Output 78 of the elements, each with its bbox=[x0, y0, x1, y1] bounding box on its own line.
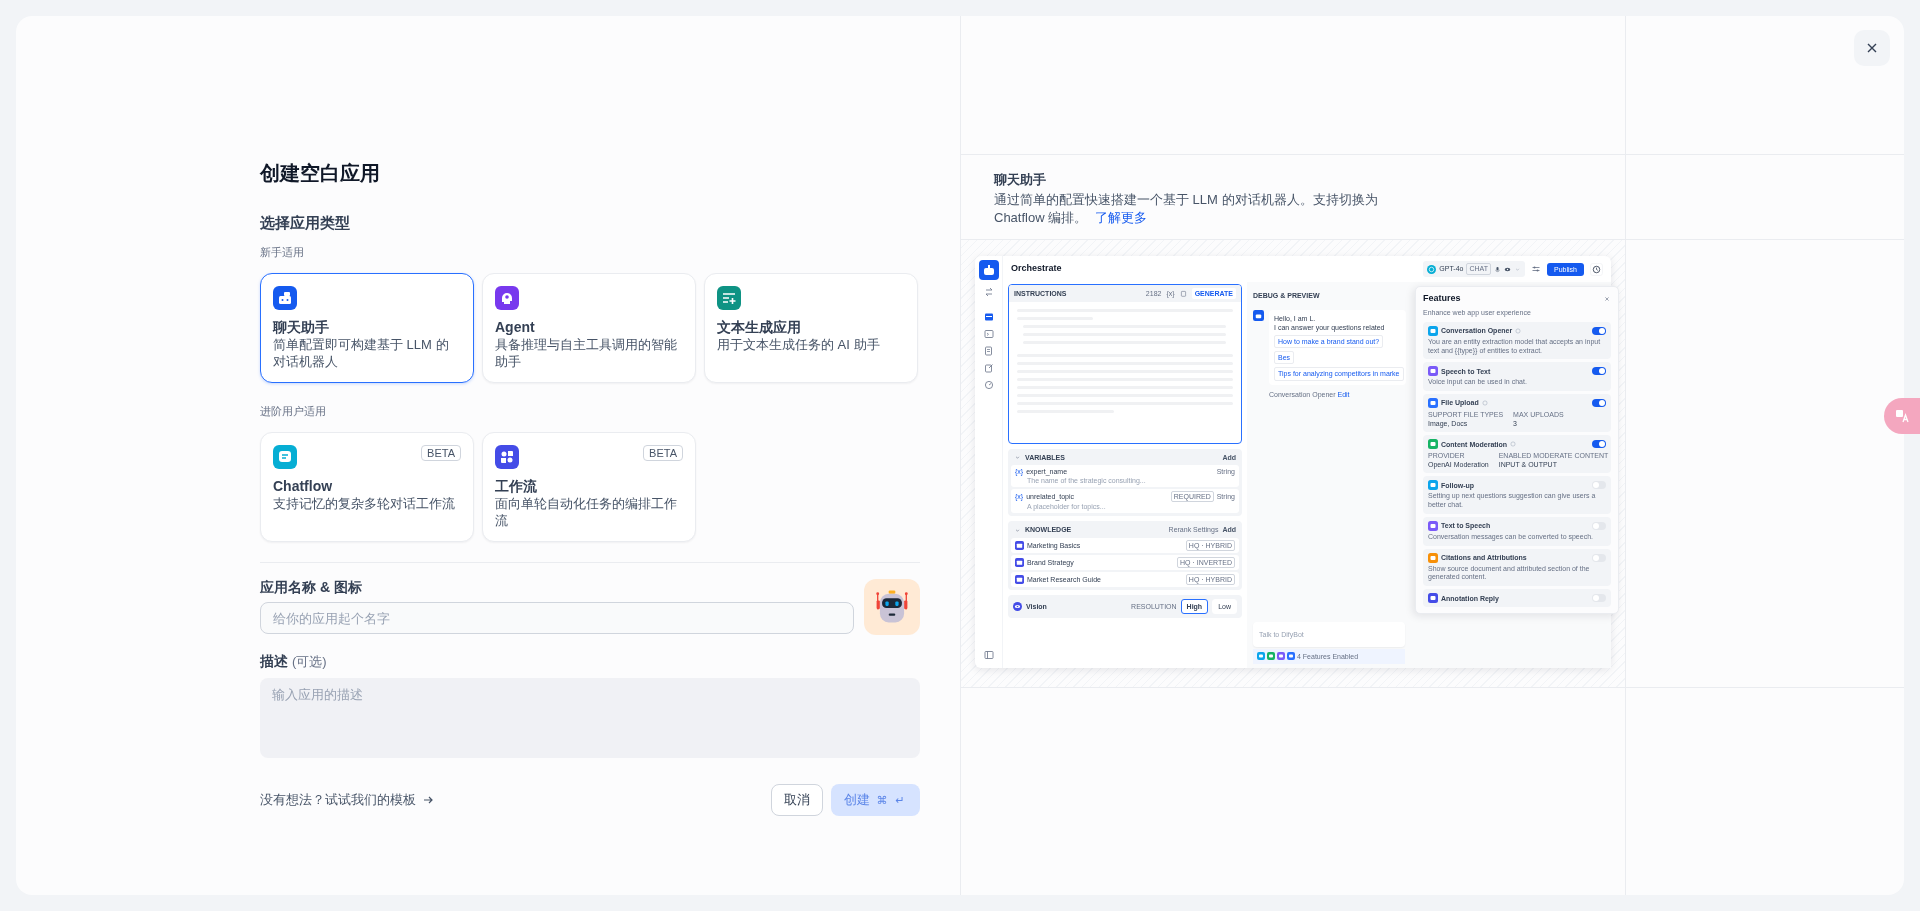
folder-icon bbox=[1015, 557, 1024, 567]
feature-icon bbox=[1287, 652, 1295, 661]
app-type-name: 文本生成应用 bbox=[717, 318, 802, 336]
preview-description: 通过简单的配置快速搭建一个基于 LLM 的对话机器人。支持切换为 Chatflow 编排。 了解更多 bbox=[994, 191, 1379, 227]
translate-button[interactable] bbox=[1884, 398, 1920, 434]
sidebar-toggle-icon[interactable] bbox=[983, 650, 994, 660]
toggle-switch[interactable] bbox=[1592, 326, 1606, 335]
app-type-description: 简单配置即可构建基于 LLM 的对话机器人 bbox=[273, 336, 450, 370]
app-type-description: 具备推理与自主工具调用的智能助手 bbox=[495, 336, 678, 370]
beta-badge: BETA bbox=[643, 445, 683, 461]
app-type-description: 面向单轮自动化任务的编排工作流 bbox=[495, 495, 678, 529]
learn-more-link[interactable]: 了解更多 bbox=[1094, 210, 1147, 225]
chevron-down-icon bbox=[1514, 265, 1522, 273]
app-type-description: 支持记忆的复杂多轮对话工作流 bbox=[273, 495, 456, 512]
app-type-name: Chatflow bbox=[273, 477, 334, 495]
dialog-title: 创建空白应用 bbox=[260, 161, 381, 186]
toggle-switch[interactable] bbox=[1592, 521, 1606, 530]
nodes-icon bbox=[495, 445, 519, 469]
bot-avatar-icon bbox=[1253, 310, 1264, 322]
toggle-switch[interactable] bbox=[1592, 367, 1606, 376]
toggle-switch[interactable] bbox=[1592, 399, 1606, 408]
robot-logo-icon bbox=[978, 260, 999, 280]
section-title: 选择应用类型 bbox=[260, 213, 351, 233]
folder-icon bbox=[1015, 540, 1024, 550]
toggle-switch[interactable] bbox=[1592, 481, 1606, 490]
app-type-card[interactable]: BETA 工作流 面向单轮自动化任务的编排工作流 bbox=[482, 432, 696, 542]
optional-hint: (可选) bbox=[291, 654, 327, 669]
close-button[interactable] bbox=[1854, 30, 1890, 66]
eye-icon bbox=[1504, 265, 1512, 273]
edit-icon[interactable] bbox=[983, 363, 994, 373]
swap-icon[interactable] bbox=[983, 287, 994, 297]
history-icon[interactable] bbox=[1590, 262, 1603, 276]
description-field-label: 描述 bbox=[260, 653, 288, 669]
shortcut-key: ⌘ bbox=[874, 793, 890, 807]
app-icon-picker[interactable] bbox=[864, 579, 920, 635]
group-label: 新手适用 bbox=[260, 245, 305, 260]
app-name-input[interactable]: 给你的应用起个名字 bbox=[260, 602, 854, 634]
name-field-label: 应用名称 & 图标 bbox=[260, 578, 363, 597]
mic-icon bbox=[1494, 265, 1502, 273]
feature-icon bbox=[1277, 652, 1285, 661]
text-lines-icon bbox=[717, 286, 741, 310]
robot-icon bbox=[273, 286, 297, 310]
app-type-card[interactable]: 聊天助手 简单配置即可构建基于 LLM 的对话机器人 bbox=[260, 273, 474, 383]
close-icon[interactable] bbox=[1603, 294, 1611, 303]
chat-bubble-icon bbox=[273, 445, 297, 469]
toggle-switch[interactable] bbox=[1592, 553, 1606, 562]
gauge-icon[interactable] bbox=[983, 380, 994, 390]
app-type-name: Agent bbox=[495, 318, 536, 336]
app-type-description: 用于文本生成任务的 AI 助手 bbox=[717, 336, 881, 353]
translate-icon bbox=[1894, 408, 1910, 424]
eye-icon bbox=[1013, 601, 1022, 611]
template-link[interactable]: 没有想法？试试我们的模板 bbox=[260, 791, 434, 809]
features-title: Features bbox=[1423, 293, 1461, 305]
orchestrate-title: Orchestrate bbox=[1011, 263, 1063, 275]
shortcut-key: ↵ bbox=[893, 793, 907, 807]
toggle-switch[interactable] bbox=[1592, 440, 1606, 449]
app-type-name: 聊天助手 bbox=[273, 318, 330, 336]
folder-icon bbox=[1015, 574, 1024, 584]
clipboard-icon[interactable] bbox=[1179, 290, 1187, 298]
app-type-card[interactable]: BETA Chatflow 支持记忆的复杂多轮对话工作流 bbox=[260, 432, 474, 542]
group-label: 进阶用户适用 bbox=[260, 404, 327, 419]
app-type-card[interactable]: Agent 具备推理与自主工具调用的智能助手 bbox=[482, 273, 696, 383]
document-icon[interactable] bbox=[983, 346, 994, 356]
app-type-card[interactable]: 文本生成应用 用于文本生成任务的 AI 助手 bbox=[704, 273, 918, 383]
cancel-button[interactable]: 取消 bbox=[771, 784, 823, 816]
sliders-icon[interactable] bbox=[1531, 264, 1542, 274]
toggle-switch[interactable] bbox=[1592, 594, 1606, 603]
arrow-right-icon bbox=[422, 794, 434, 806]
model-logo-icon bbox=[1427, 264, 1437, 274]
feature-icon bbox=[1267, 652, 1275, 661]
beta-badge: BETA bbox=[421, 445, 461, 461]
app-type-name: 工作流 bbox=[495, 477, 538, 495]
terminal-icon[interactable] bbox=[983, 329, 994, 339]
window-icon[interactable] bbox=[983, 312, 994, 322]
description-textarea[interactable]: 输入应用的描述 bbox=[260, 678, 920, 758]
preview-title: 聊天助手 bbox=[994, 171, 1047, 189]
head-icon bbox=[495, 286, 519, 310]
feature-icon bbox=[1257, 652, 1265, 661]
